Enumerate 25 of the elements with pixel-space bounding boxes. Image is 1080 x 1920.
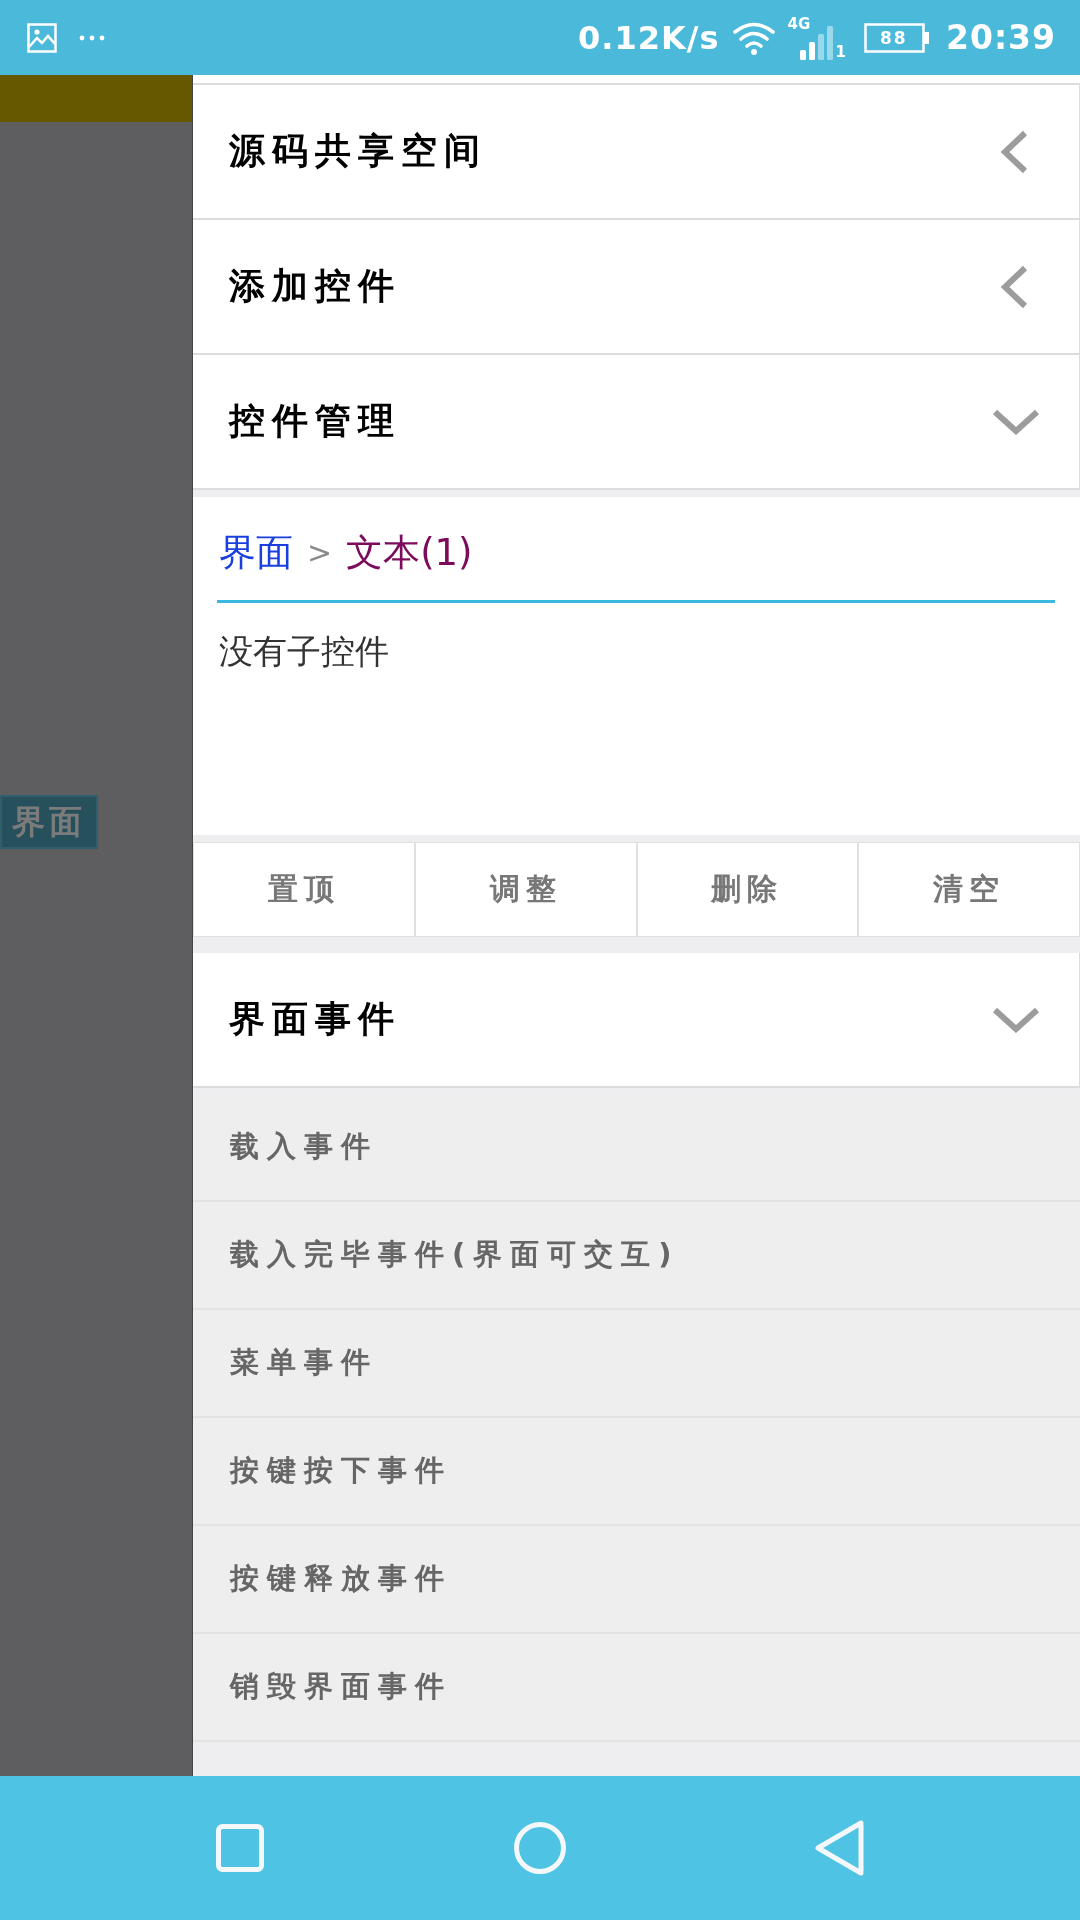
network-type-label: 4G (787, 15, 811, 32)
home-icon[interactable] (513, 1821, 567, 1875)
action-button[interactable]: 清空 (858, 842, 1080, 937)
action-button[interactable]: 调整 (414, 842, 637, 937)
section-header[interactable]: 源码共享空间 (193, 85, 1080, 220)
page-tag: 界面 (0, 795, 98, 849)
sim-slot-label: 1 (835, 43, 846, 60)
action-button[interactable]: 删除 (636, 842, 859, 937)
battery-percent-text: 88 (879, 27, 908, 48)
back-icon[interactable] (814, 1819, 866, 1877)
breadcrumb-separator: > (307, 534, 333, 572)
section-header[interactable]: 界面事件 (193, 953, 1080, 1088)
section-header[interactable]: 添加控件 (193, 220, 1080, 355)
recents-icon[interactable] (215, 1823, 265, 1873)
action-button[interactable]: 置顶 (193, 842, 415, 937)
section-header[interactable]: 控件管理 (193, 355, 1080, 490)
clock-text: 20:39 (945, 17, 1056, 58)
breadcrumb-link[interactable]: 界面 (219, 528, 293, 578)
network-speed-text: 0.12K/s (578, 17, 720, 58)
empty-message: 没有子控件 (218, 630, 390, 673)
battery-icon (863, 22, 930, 53)
breadcrumb-current: 文本(1) (346, 530, 473, 576)
wifi-icon (731, 20, 776, 55)
more-icon (79, 34, 105, 41)
picture-icon (27, 22, 57, 53)
